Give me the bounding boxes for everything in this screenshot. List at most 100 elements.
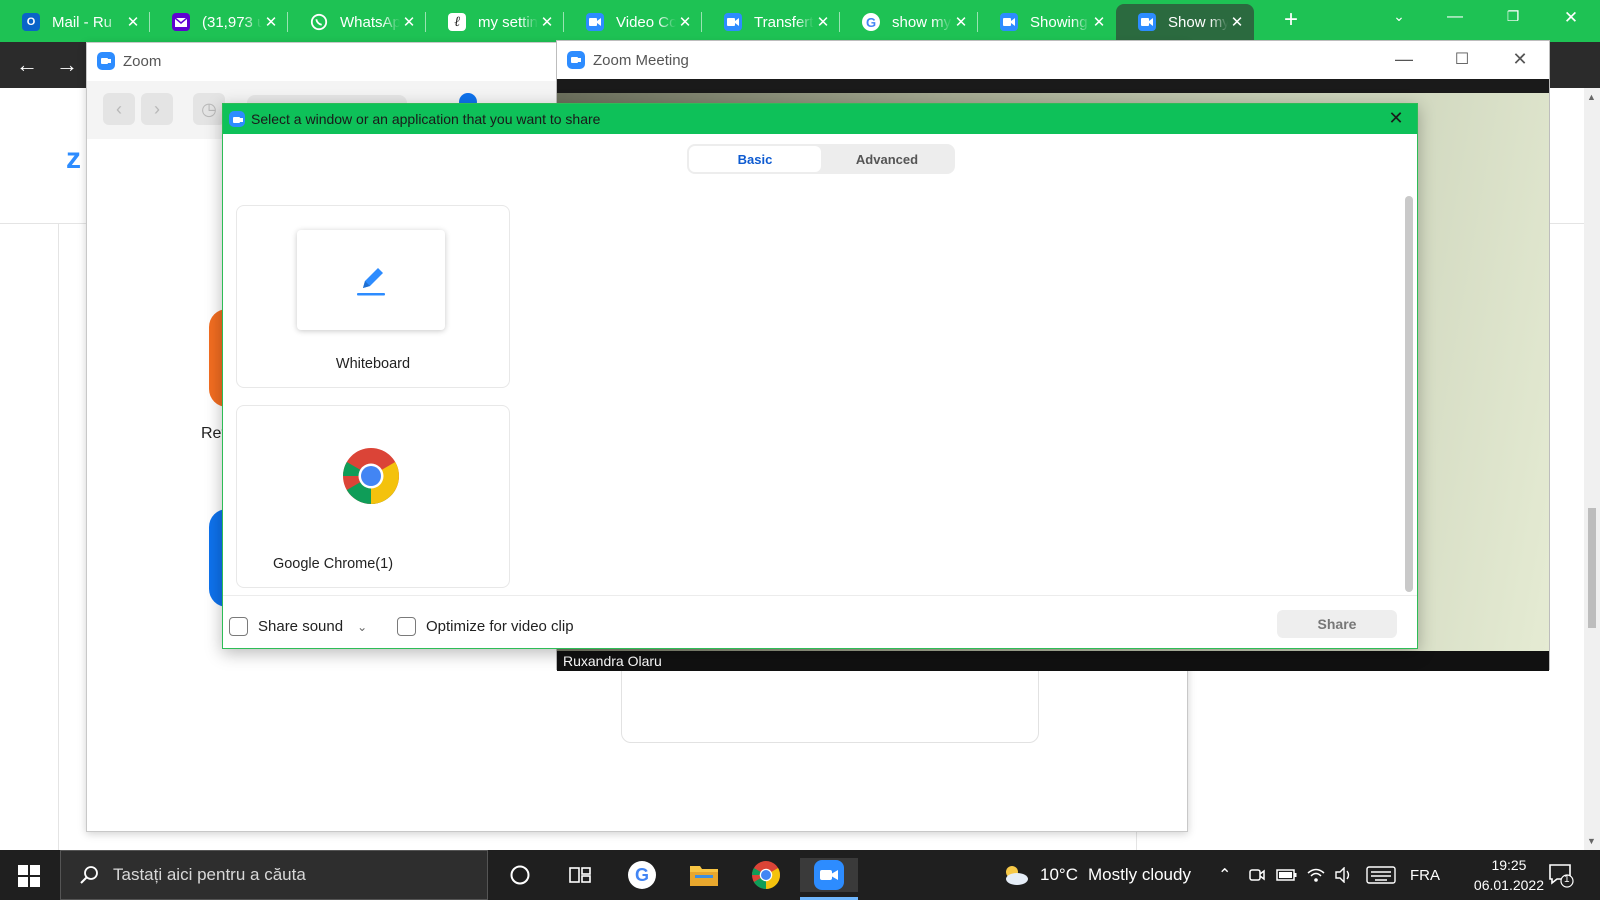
chevron-down-icon[interactable]: ⌄ [357,620,367,634]
clock-time: 19:25 [1491,857,1527,873]
scroll-up-icon[interactable]: ▲ [1587,92,1596,102]
page-scrollbar[interactable]: ▲ ▼ [1584,88,1600,850]
system-clock[interactable]: 19:25 06.01.2022 [1474,855,1544,895]
whiteboard-thumbnail [297,230,445,330]
zoom-icon [1000,13,1018,31]
tab-title: Mail - Ru [52,13,113,31]
close-icon[interactable]: ✕ [124,13,142,31]
browser-tab-active[interactable]: Show my ✕ [1116,4,1254,40]
close-icon[interactable]: ✕ [400,13,418,31]
participant-name-bar: Ruxandra Olaru [557,651,1549,671]
maximize-icon[interactable]: ☐ [1447,49,1477,69]
checkbox-label: Share sound [258,618,344,635]
windows-start-icon[interactable] [18,865,40,887]
minimize-icon[interactable]: — [1389,49,1419,70]
history-icon[interactable]: ◷ [193,93,225,125]
zoom-icon [586,13,604,31]
scrollbar-thumb[interactable] [1588,508,1596,628]
close-icon[interactable]: ✕ [1090,13,1108,31]
browser-tab-showing[interactable]: Showing ✕ [978,4,1116,40]
yahoo-mail-icon [172,13,190,31]
close-icon[interactable]: ✕ [814,13,832,31]
clock-date: 06.01.2022 [1473,877,1544,893]
battery-icon[interactable] [1276,850,1298,900]
browser-tab-google[interactable]: G show my ✕ [840,4,978,40]
close-icon[interactable]: ✕ [1228,13,1246,31]
restore-icon[interactable]: ❐ [1498,8,1528,25]
tab-title: Showing [1030,13,1088,31]
window-title: Zoom Meeting [593,51,689,69]
close-icon[interactable]: ✕ [676,13,694,31]
new-tab-button[interactable]: + [1276,6,1306,34]
taskbar-search-box[interactable]: Tastați aici pentru a căuta [60,850,488,900]
browser-tab-settings[interactable]: ℓ my settin ✕ [426,4,564,40]
close-icon[interactable]: ✕ [1505,49,1535,70]
input-language[interactable]: FRA [1410,850,1440,900]
share-button[interactable]: Share [1277,610,1397,638]
divider [58,223,59,850]
zoom-home-title: Zoom [97,52,161,70]
tab-search-chevron-icon[interactable]: ⌄ [1384,8,1414,25]
minimize-icon[interactable]: — [1440,8,1470,26]
close-icon[interactable]: ✕ [952,13,970,31]
volume-icon[interactable] [1334,850,1354,900]
tab-basic[interactable]: Basic [689,146,821,172]
close-window-icon[interactable]: ✕ [1556,8,1586,28]
wifi-icon[interactable] [1306,850,1326,900]
task-view-icon[interactable] [560,858,600,892]
share-mode-tabs: Basic Advanced [687,144,955,174]
weather-widget[interactable]: 10°C Mostly cloudy [1000,850,1191,900]
partly-cloudy-icon [1006,866,1028,885]
tab-title: my settin [478,13,538,31]
share-option-label: Google Chrome(1) [272,556,394,572]
back-button[interactable]: ‹ [103,93,135,125]
share-dialog-titlebar: Select a window or an application that y… [223,104,1417,134]
temperature: 10°C [1040,865,1078,884]
zoom-icon [567,51,585,69]
zoom-taskbar-icon[interactable] [800,858,858,900]
tab-title: (31,973 u [202,13,262,31]
close-icon[interactable]: ✕ [262,13,280,31]
keyboard-icon[interactable] [1366,850,1396,900]
tab-advanced[interactable]: Advanced [821,146,953,172]
browser-tab-yahoo[interactable]: (31,973 u ✕ [150,4,288,40]
close-icon[interactable]: ✕ [538,13,556,31]
back-arrow-icon[interactable]: ← [14,52,40,78]
notification-center-icon[interactable]: 1 [1548,850,1574,900]
share-option-whiteboard[interactable]: Whiteboard [236,205,510,388]
tab-title: Show my [1168,13,1228,31]
google-icon[interactable]: G [622,858,662,892]
forward-button[interactable]: › [141,93,173,125]
share-list-scrollbar[interactable] [1405,196,1413,592]
tab-title: Video Co [616,13,676,31]
checkbox-box[interactable] [229,617,248,636]
file-explorer-icon[interactable] [684,858,724,892]
notification-count: 1 [1564,874,1570,885]
checkbox-box[interactable] [397,617,416,636]
tab-title: show my [892,13,952,31]
browser-tab-video[interactable]: Video Co ✕ [564,4,702,40]
forward-arrow-icon[interactable]: → [54,52,80,78]
meet-now-icon[interactable] [1248,850,1266,900]
zoom-site-logo: z [66,142,81,175]
share-option-google-chrome[interactable]: Google Chrome(1) [236,405,510,588]
google-icon: G [862,13,880,31]
whiteboard-pen-icon [357,268,385,296]
browser-tab-mail[interactable]: O Mail - Ru ✕ [0,4,150,40]
cortana-icon[interactable] [500,858,540,892]
participant-name: Ruxandra Olaru [563,653,662,669]
outlook-icon: O [22,13,40,31]
tray-overflow-chevron-icon[interactable]: ⌃ [1218,850,1231,900]
zoom-icon [1138,13,1156,31]
zoom-icon [724,13,742,31]
share-sound-checkbox[interactable]: Share sound ⌄ [229,617,367,636]
chrome-icon[interactable] [746,858,786,892]
browser-tab-whatsapp[interactable]: WhatsApp ✕ [288,4,426,40]
optimize-video-checkbox[interactable]: Optimize for video clip [397,617,574,636]
browser-tab-transfert[interactable]: Transfert ✕ [702,4,840,40]
close-icon[interactable]: ✕ [1385,108,1407,129]
weather-condition: Mostly cloudy [1087,865,1191,884]
scroll-down-icon[interactable]: ▼ [1587,836,1596,846]
tab-title: Transfert [754,13,814,31]
zoom-icon [97,52,115,70]
